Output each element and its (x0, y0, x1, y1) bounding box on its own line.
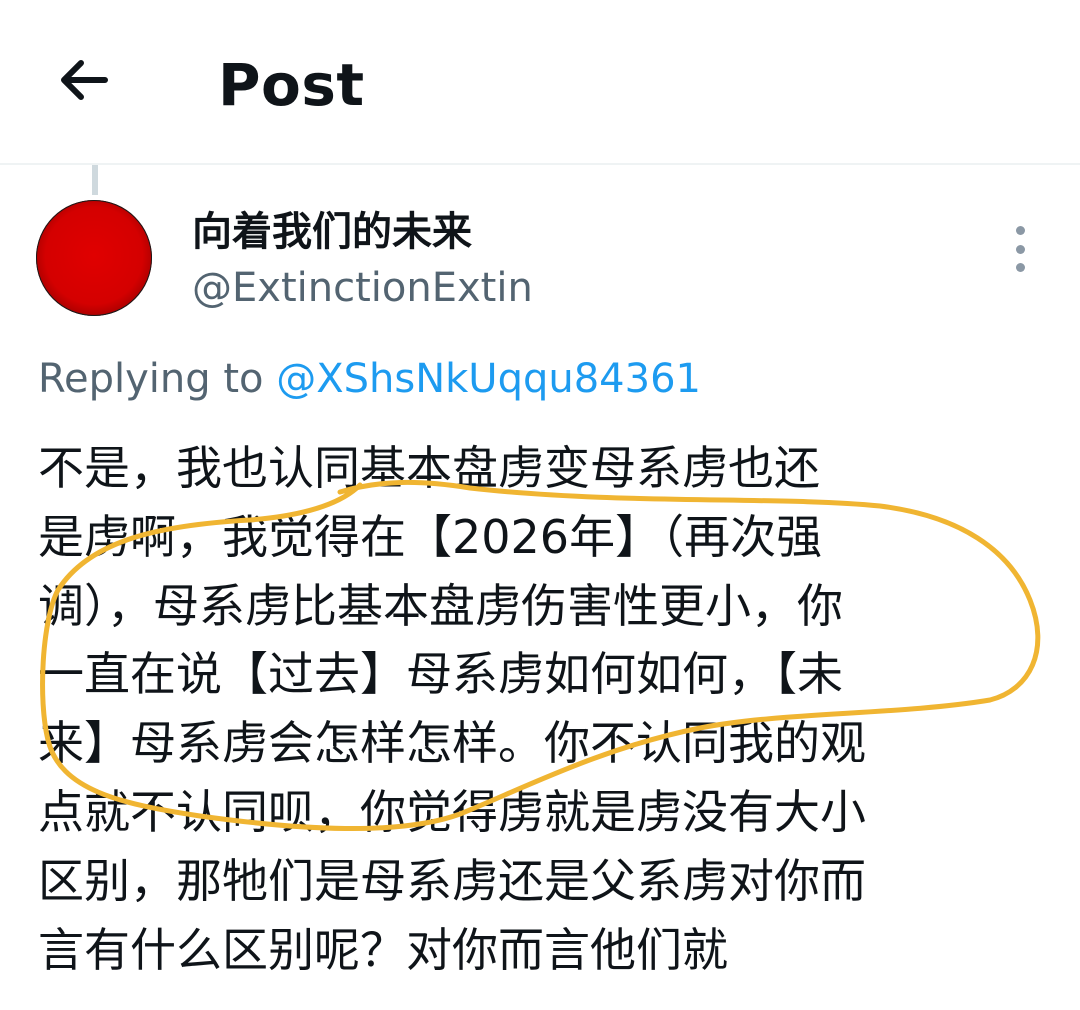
tweet-line: 调），母系虏比基本盘虏伤害性更小，你 (38, 578, 843, 633)
top-bar: Post (0, 0, 1080, 164)
more-options-button[interactable] (1004, 226, 1036, 272)
tweet-line: 区别，那牠们是母系虏还是父系虏对你而 (38, 853, 866, 908)
page-title: Post (218, 51, 365, 119)
avatar[interactable] (36, 200, 152, 316)
reply-mention-link[interactable]: @XShsNkUqqu84361 (276, 356, 701, 402)
tweet-line: 不是，我也认同基本盘虏变母系虏也还 (38, 441, 820, 495)
tweet-line: 是虏啊，我觉得在【2026年】（再次强 (38, 509, 823, 564)
header-divider (0, 163, 1080, 165)
arrow-left-icon (57, 57, 111, 107)
tweet-line: 来】母系虏会怎样怎样。你不认同我的观 (38, 716, 866, 771)
tweet-line: 一直在说【过去】母系虏如何如何，【未 (38, 647, 843, 702)
thread-connector (92, 165, 98, 195)
replying-to: Replying to @XShsNkUqqu84361 (38, 350, 701, 408)
back-button[interactable] (52, 50, 116, 114)
tweet-line: 言有什么区别呢？对你而言他们就 (38, 922, 728, 977)
replying-prefix: Replying to (38, 356, 277, 402)
more-vertical-icon (1015, 226, 1025, 272)
author-display-name[interactable]: 向着我们的未来 (192, 206, 472, 258)
author-handle[interactable]: @ExtinctionExtin (192, 262, 533, 314)
tweet-text: 不是，我也认同基本盘虏变母系虏也还 是虏啊，我觉得在【2026年】（再次强 调）… (38, 434, 1048, 984)
tweet-line: 点就不认同呗，你觉得虏就是虏没有大小 (38, 784, 866, 839)
